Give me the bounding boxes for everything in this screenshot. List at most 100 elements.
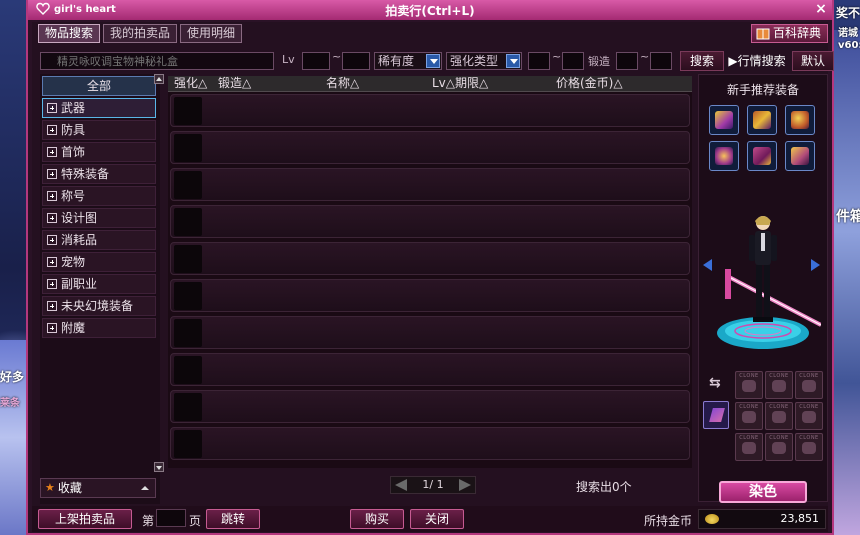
category-label: 称号 xyxy=(61,189,86,203)
category-label: 消耗品 xyxy=(61,233,98,247)
category-accessory[interactable]: 首饰 xyxy=(42,142,156,162)
expand-icon[interactable] xyxy=(47,257,57,267)
recommended-item-icon[interactable] xyxy=(709,105,739,135)
category-title[interactable]: 称号 xyxy=(42,186,156,206)
category-special-equipment[interactable]: 特殊装备 xyxy=(42,164,156,184)
scroll-down-button[interactable] xyxy=(154,462,164,472)
search-button[interactable]: 搜索 xyxy=(680,51,724,71)
enhance-min-input[interactable] xyxy=(528,52,550,70)
clone-weapon-slot[interactable] xyxy=(703,401,729,429)
avatar-slot[interactable]: CLONE xyxy=(765,433,793,461)
market-search-button[interactable]: ▶行情搜索 xyxy=(726,51,788,71)
item-slot xyxy=(174,393,202,421)
expand-icon[interactable] xyxy=(47,301,57,311)
list-item-button[interactable]: 上架拍卖品 xyxy=(38,509,132,529)
table-row[interactable] xyxy=(170,168,690,201)
tab-usage-details[interactable]: 使用明细 xyxy=(180,24,243,43)
avatar-slot[interactable]: CLONE xyxy=(765,371,793,399)
table-row[interactable] xyxy=(170,94,690,127)
close-icon[interactable]: × xyxy=(814,1,828,17)
expand-icon[interactable] xyxy=(47,147,57,157)
expand-icon[interactable] xyxy=(47,125,57,135)
expand-icon[interactable] xyxy=(47,191,57,201)
auction-house-window: girl's heart 拍卖行(Ctrl+L) × 物品搜索 我的拍卖品 使用… xyxy=(26,0,834,535)
enhance-max-input[interactable] xyxy=(562,52,584,70)
page-number-input[interactable] xyxy=(156,509,186,527)
search-input[interactable] xyxy=(40,52,274,70)
category-label: 防具 xyxy=(61,123,86,137)
title-bar[interactable]: girl's heart 拍卖行(Ctrl+L) × xyxy=(28,0,832,20)
item-slot xyxy=(174,134,202,162)
category-armor[interactable]: 防具 xyxy=(42,120,156,140)
avatar-slot[interactable]: CLONE xyxy=(765,402,793,430)
avatar-slot[interactable]: CLONE xyxy=(795,402,823,430)
jump-button[interactable]: 跳转 xyxy=(206,509,260,529)
buy-button[interactable]: 购买 xyxy=(350,509,404,529)
category-weiyang-equipment[interactable]: 未央幻境装备 xyxy=(42,296,156,316)
recommended-item-icon[interactable] xyxy=(785,141,815,171)
level-max-input[interactable] xyxy=(342,52,370,70)
level-min-input[interactable] xyxy=(302,52,330,70)
category-enchant[interactable]: 附魔 xyxy=(42,318,156,338)
swap-icon[interactable]: ⇆ xyxy=(709,375,721,391)
column-header-level-period[interactable]: Lv△期限△ xyxy=(432,76,488,91)
recommended-item-icon[interactable] xyxy=(709,141,739,171)
expand-icon[interactable] xyxy=(47,213,57,223)
forge-min-input[interactable] xyxy=(616,52,638,70)
star-icon: ★ xyxy=(45,481,55,494)
avatar-slot[interactable]: CLONE xyxy=(735,433,763,461)
expand-icon[interactable] xyxy=(47,235,57,245)
table-row[interactable] xyxy=(170,316,690,349)
category-pet[interactable]: 宠物 xyxy=(42,252,156,272)
tab-item-search[interactable]: 物品搜索 xyxy=(38,24,101,43)
background-text: 奖不 xyxy=(836,6,860,20)
avatar-slot[interactable]: CLONE xyxy=(795,433,823,461)
table-row[interactable] xyxy=(170,242,690,275)
item-slot xyxy=(174,245,202,273)
recommended-item-icon[interactable] xyxy=(747,105,777,135)
next-page-icon[interactable] xyxy=(459,479,471,491)
expand-icon[interactable] xyxy=(47,169,57,179)
table-row[interactable] xyxy=(170,390,690,423)
category-sub-profession[interactable]: 副职业 xyxy=(42,274,156,294)
column-header-name[interactable]: 名称△ xyxy=(326,76,359,91)
avatar-slot[interactable]: CLONE xyxy=(795,371,823,399)
favorites-dropdown[interactable]: ★ 收藏 xyxy=(40,478,156,498)
table-row[interactable] xyxy=(170,205,690,238)
prev-page-icon[interactable] xyxy=(395,479,407,491)
table-row[interactable] xyxy=(170,279,690,312)
scroll-up-button[interactable] xyxy=(154,74,164,84)
default-button[interactable]: 默认 xyxy=(792,51,834,71)
avatar-slot[interactable]: CLONE xyxy=(735,402,763,430)
level-label: Lv xyxy=(282,53,295,66)
dye-button[interactable]: 染色 xyxy=(719,481,807,503)
expand-icon[interactable] xyxy=(47,279,57,289)
item-slot xyxy=(174,171,202,199)
chevron-up-icon xyxy=(141,486,149,490)
encyclopedia-button[interactable]: 百科辞典 xyxy=(750,24,828,43)
rarity-select[interactable]: 稀有度 xyxy=(374,52,442,70)
avatar-slot[interactable]: CLONE xyxy=(735,371,763,399)
recommended-item-icon[interactable] xyxy=(785,105,815,135)
page-indicator: 1/ 1 xyxy=(422,478,444,491)
expand-icon[interactable] xyxy=(47,323,57,333)
category-blueprint[interactable]: 设计图 xyxy=(42,208,156,228)
enhance-type-select[interactable]: 强化类型 xyxy=(446,52,522,70)
category-weapon[interactable]: 武器 xyxy=(42,98,156,118)
search-filter-row: Lv ~ 稀有度 强化类型 ~ 锻造 ~ 搜索 ▶行情搜索 默认 xyxy=(40,50,834,71)
category-all[interactable]: 全部 xyxy=(42,76,156,96)
forge-max-input[interactable] xyxy=(650,52,672,70)
tab-my-auctions[interactable]: 我的拍卖品 xyxy=(103,24,178,43)
column-header-price[interactable]: 价格(金币)△ xyxy=(556,76,623,91)
category-consumable[interactable]: 消耗品 xyxy=(42,230,156,250)
item-slot xyxy=(174,356,202,384)
recommended-item-icon[interactable] xyxy=(747,141,777,171)
table-row[interactable] xyxy=(170,353,690,386)
column-header-forge[interactable]: 锻造△ xyxy=(218,76,251,91)
table-row[interactable] xyxy=(170,427,690,460)
page-prefix-label: 第 xyxy=(142,514,155,528)
column-header-enhance[interactable]: 强化△ xyxy=(174,76,207,91)
expand-icon[interactable] xyxy=(47,103,57,113)
table-row[interactable] xyxy=(170,131,690,164)
close-button[interactable]: 关闭 xyxy=(410,509,464,529)
